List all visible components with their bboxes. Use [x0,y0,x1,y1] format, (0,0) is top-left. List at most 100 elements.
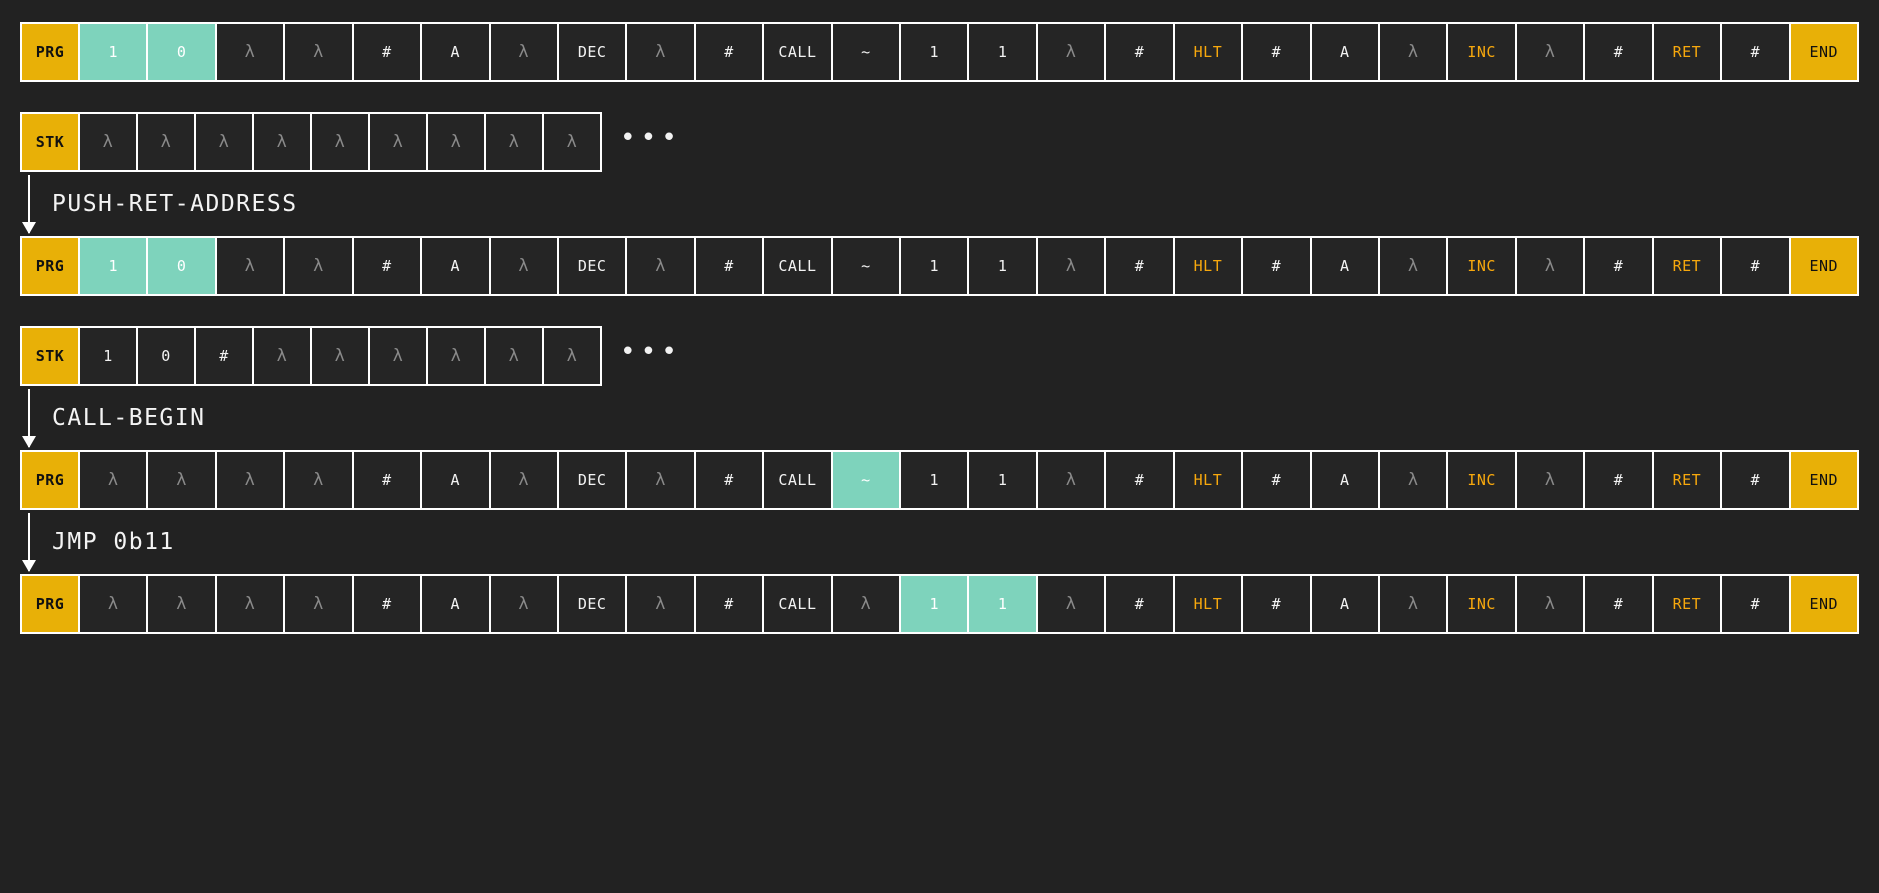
tape-cell[interactable]: DEC [558,576,626,632]
tape-cell[interactable]: λ [216,24,284,80]
tape-cell[interactable]: # [1722,576,1789,632]
tape-cell[interactable]: λ [1380,24,1447,80]
tape-cell[interactable]: # [695,452,763,508]
tape-cell[interactable]: λ [254,328,310,384]
tape-cell[interactable]: # [1243,452,1310,508]
tape-cell[interactable]: 1 [80,238,147,294]
tape-cell[interactable]: 1 [969,238,1036,294]
tape-cell[interactable]: # [1722,238,1789,294]
tape-cell[interactable]: # [695,238,763,294]
tape-cell[interactable]: λ [1037,576,1105,632]
tape-cell[interactable]: A [1311,576,1379,632]
tape-cell[interactable]: CALL [764,452,831,508]
tape-cell[interactable]: HLT [1174,238,1242,294]
tape-cell[interactable]: λ [1380,452,1447,508]
tape-cell[interactable]: 1 [969,452,1036,508]
tape-cell[interactable]: λ [627,576,694,632]
tape-cell[interactable]: λ [285,238,352,294]
tape-cell[interactable]: 0 [138,328,194,384]
tape-cell[interactable]: # [1106,24,1173,80]
tape-cell[interactable]: 0 [148,24,215,80]
tape-cell[interactable]: λ [544,328,600,384]
tape-cell[interactable]: λ [490,238,557,294]
tape-cell[interactable]: ~ [832,452,900,508]
tape-cell[interactable]: λ [832,576,900,632]
tape-cell[interactable]: DEC [558,238,626,294]
tape-cell[interactable]: RET [1653,452,1721,508]
tape-cell[interactable]: INC [1448,452,1515,508]
tape-cell[interactable]: RET [1653,24,1721,80]
tape-cell[interactable]: λ [428,114,484,170]
tape-cell[interactable]: A [1311,452,1379,508]
tape-cell[interactable]: 1 [901,452,968,508]
tape-cell[interactable]: ~ [832,238,900,294]
tape-cell[interactable]: A [1311,238,1379,294]
tape-cell[interactable]: λ [148,452,215,508]
tape-cell[interactable]: # [695,576,763,632]
tape-cell[interactable]: λ [486,114,542,170]
tape-cell[interactable]: HLT [1174,576,1242,632]
tape-cell[interactable]: λ [216,576,284,632]
tape-cell[interactable]: # [1585,452,1652,508]
tape-cell[interactable]: λ [254,114,310,170]
tape-cell[interactable]: λ [312,328,368,384]
tape-cell[interactable]: λ [1516,452,1584,508]
tape-cell[interactable]: END [1790,24,1857,80]
tape-cell[interactable]: λ [370,114,426,170]
tape-cell[interactable]: λ [370,328,426,384]
tape-cell[interactable]: λ [216,238,284,294]
tape-cell[interactable]: 1 [969,576,1036,632]
tape-cell[interactable]: DEC [558,24,626,80]
tape-cell[interactable]: # [1243,576,1310,632]
tape-cell[interactable]: λ [1516,24,1584,80]
tape-cell[interactable]: A [422,24,489,80]
tape-cell[interactable]: RET [1653,238,1721,294]
tape-cell[interactable]: λ [80,114,136,170]
tape-cell[interactable]: λ [1037,452,1105,508]
tape-cell[interactable]: λ [1516,238,1584,294]
tape-cell[interactable]: CALL [764,24,831,80]
tape-cell[interactable]: 1 [969,24,1036,80]
tape-cell[interactable]: END [1790,576,1857,632]
tape-cell[interactable]: λ [627,24,694,80]
tape-cell[interactable]: λ [1516,576,1584,632]
tape-cell[interactable]: # [353,576,421,632]
tape-cell[interactable]: INC [1448,24,1515,80]
tape-cell[interactable]: λ [627,452,694,508]
tape-cell[interactable]: # [1585,24,1652,80]
tape-cell[interactable]: λ [138,114,194,170]
tape-cell[interactable]: A [1311,24,1379,80]
tape-cell[interactable]: 1 [901,238,968,294]
tape-cell[interactable]: RET [1653,576,1721,632]
tape-cell[interactable]: END [1790,452,1857,508]
tape-cell[interactable]: # [1585,238,1652,294]
tape-cell[interactable]: λ [1037,238,1105,294]
tape-cell[interactable]: λ [285,576,352,632]
tape-cell[interactable]: # [1243,238,1310,294]
tape-cell[interactable]: HLT [1174,452,1242,508]
tape-cell[interactable]: # [695,24,763,80]
tape-cell[interactable]: 1 [901,24,968,80]
tape-cell[interactable]: 1 [80,328,136,384]
tape-cell[interactable]: # [353,24,421,80]
tape-cell[interactable]: # [1722,452,1789,508]
tape-cell[interactable]: # [1106,576,1173,632]
tape-cell[interactable]: λ [1380,576,1447,632]
tape-cell[interactable]: END [1790,238,1857,294]
tape-cell[interactable]: # [353,452,421,508]
tape-cell[interactable]: λ [486,328,542,384]
tape-cell[interactable]: λ [490,452,557,508]
tape-cell[interactable]: λ [544,114,600,170]
tape-cell[interactable]: λ [285,24,352,80]
tape-cell[interactable]: A [422,238,489,294]
tape-cell[interactable]: A [422,452,489,508]
tape-cell[interactable]: λ [80,576,147,632]
tape-cell[interactable]: 0 [148,238,215,294]
tape-cell[interactable]: λ [490,24,557,80]
tape-cell[interactable]: 1 [901,576,968,632]
tape-cell[interactable]: 1 [80,24,147,80]
tape-cell[interactable]: # [353,238,421,294]
tape-cell[interactable]: λ [312,114,368,170]
tape-cell[interactable]: λ [490,576,557,632]
tape-cell[interactable]: λ [196,114,252,170]
